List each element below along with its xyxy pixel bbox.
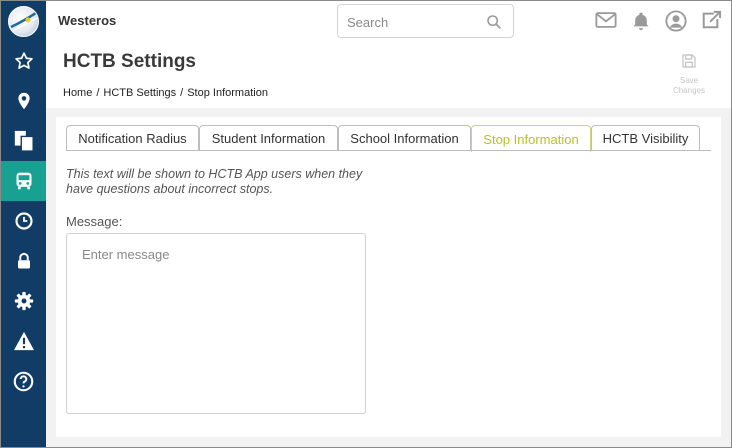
message-label: Message: bbox=[66, 214, 123, 229]
sidebar-item-help[interactable] bbox=[1, 361, 46, 401]
app-name: Westeros bbox=[58, 13, 117, 28]
external-link-icon[interactable] bbox=[700, 10, 722, 30]
breadcrumb-separator: / bbox=[96, 87, 100, 99]
star-icon bbox=[14, 52, 33, 69]
save-label-line2: Changes bbox=[672, 86, 706, 95]
sidebar-item-documents[interactable] bbox=[1, 121, 46, 161]
help-icon bbox=[13, 371, 34, 391]
documents-icon bbox=[14, 130, 34, 152]
user-icon[interactable] bbox=[665, 10, 687, 32]
breadcrumb-home[interactable]: Home bbox=[63, 87, 92, 99]
breadcrumb: Home / HCTB Settings / Stop Information bbox=[63, 87, 268, 99]
sidebar-item-history[interactable] bbox=[1, 201, 46, 241]
sidebar-item-alerts[interactable] bbox=[1, 321, 46, 361]
tab-hctb-visibility[interactable]: HCTB Visibility bbox=[591, 125, 700, 151]
sidebar-item-favorites[interactable] bbox=[1, 41, 46, 81]
map-pin-icon bbox=[17, 92, 30, 110]
sidebar-item-settings[interactable] bbox=[1, 281, 46, 321]
stop-info-description: This text will be shown to HCTB App user… bbox=[66, 167, 363, 196]
page-header: HCTB Settings Home / HCTB Settings / Sto… bbox=[46, 41, 731, 108]
tab-stop-information[interactable]: Stop Information bbox=[471, 125, 591, 152]
app-logo[interactable] bbox=[8, 6, 39, 37]
clock-icon bbox=[14, 212, 33, 230]
sidebar-item-security[interactable] bbox=[1, 241, 46, 281]
sidebar-item-locations[interactable] bbox=[1, 81, 46, 121]
breadcrumb-separator: / bbox=[180, 87, 184, 99]
top-bar: Westeros bbox=[46, 1, 731, 41]
tab-divider bbox=[66, 150, 711, 151]
tab-student-information[interactable]: Student Information bbox=[199, 125, 338, 151]
sidebar-item-buses[interactable] bbox=[1, 161, 46, 201]
breadcrumb-hctb-settings[interactable]: HCTB Settings bbox=[103, 87, 176, 99]
page-title: HCTB Settings bbox=[63, 51, 196, 72]
search-box[interactable] bbox=[337, 4, 514, 38]
search-icon[interactable] bbox=[486, 14, 502, 30]
bus-icon bbox=[16, 172, 31, 190]
bell-icon[interactable] bbox=[631, 10, 651, 32]
sidebar bbox=[1, 1, 46, 447]
tab-school-information[interactable]: School Information bbox=[338, 125, 471, 151]
lock-icon bbox=[17, 252, 30, 269]
warning-icon bbox=[13, 331, 34, 351]
save-changes-button[interactable]: Save Changes bbox=[669, 53, 709, 99]
gear-icon bbox=[14, 291, 33, 311]
message-textarea[interactable] bbox=[67, 234, 365, 413]
save-label-line1: Save bbox=[679, 76, 699, 85]
breadcrumb-current: Stop Information bbox=[187, 87, 268, 99]
tab-notification-radius[interactable]: Notification Radius bbox=[66, 125, 199, 151]
search-input[interactable] bbox=[347, 13, 482, 31]
message-box[interactable] bbox=[66, 233, 366, 414]
save-icon bbox=[682, 54, 696, 68]
mail-icon[interactable] bbox=[595, 10, 617, 30]
